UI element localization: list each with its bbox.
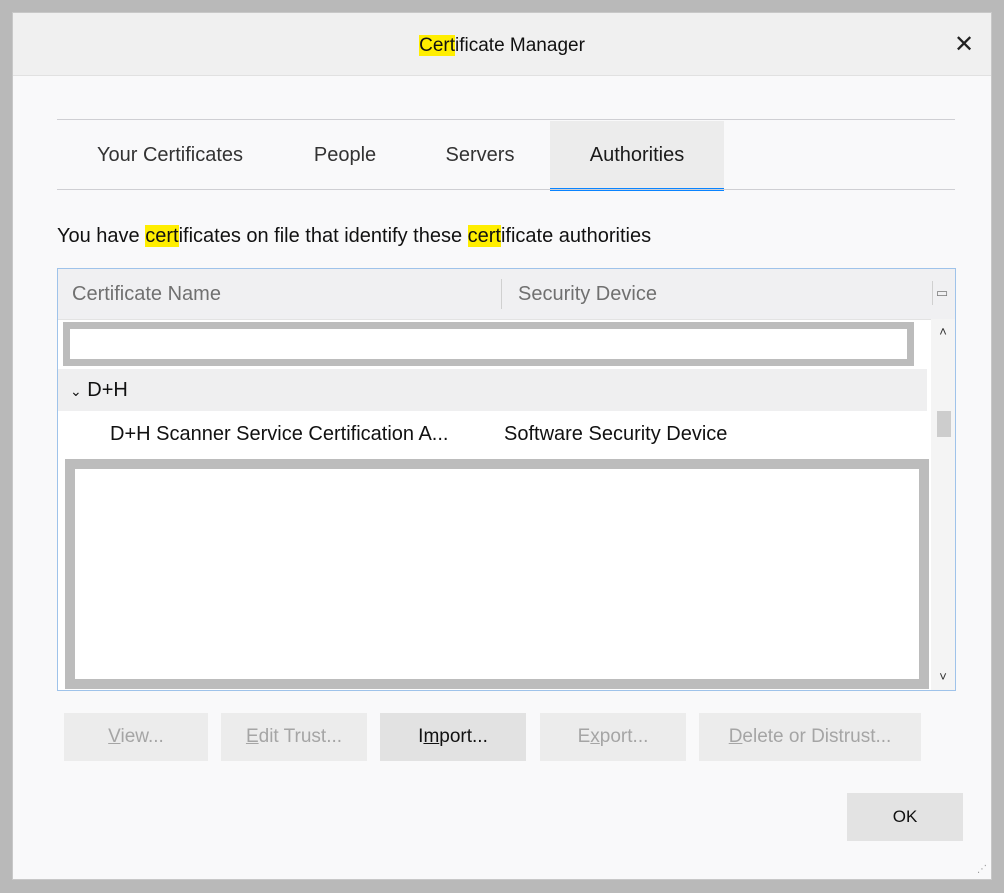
column-header-certificate-name[interactable]: Certificate Name xyxy=(72,283,221,306)
scrollbar-thumb[interactable] xyxy=(937,411,951,437)
column-header-security-device[interactable]: Security Device xyxy=(518,283,657,306)
description-highlight: cert xyxy=(145,225,179,247)
delete-or-distrust-button[interactable]: Delete or Distrust... xyxy=(699,713,921,761)
description-part: ificates on file that identify these xyxy=(178,225,468,247)
certificate-name-cell: D+H Scanner Service Certification A... xyxy=(110,423,449,445)
redacted-row xyxy=(63,322,914,366)
button-label: port... xyxy=(599,726,649,747)
resize-grip-icon[interactable]: ⋰ xyxy=(977,865,987,875)
button-label: dit Trust... xyxy=(258,726,343,747)
chevron-down-icon[interactable]: ⌄ xyxy=(70,383,82,399)
group-name: D+H xyxy=(87,379,128,401)
scroll-up-icon[interactable]: ˄ xyxy=(931,321,955,343)
tab-people[interactable]: People xyxy=(295,121,395,189)
certificate-tree[interactable]: Certificate Name Security Device ▭ ⌄ D+H… xyxy=(57,268,956,691)
title-highlight: Cert xyxy=(419,35,455,56)
export-button[interactable]: Export... xyxy=(540,713,686,761)
tree-header: Certificate Name Security Device ▭ xyxy=(58,269,955,320)
description-text: You have certificates on file that ident… xyxy=(57,225,651,248)
button-label: E xyxy=(577,726,591,747)
scroll-down-icon[interactable]: ˅ xyxy=(931,666,955,688)
vertical-scrollbar[interactable]: ˄ ˅ xyxy=(931,319,955,690)
description-highlight: cert xyxy=(467,225,501,247)
title-text: ificate Manager xyxy=(455,35,585,56)
description-part: You have xyxy=(57,225,146,247)
access-key: D xyxy=(728,726,743,747)
column-separator[interactable] xyxy=(501,279,502,309)
window-title: Certificate Manager xyxy=(13,35,991,57)
import-button[interactable]: Import... xyxy=(380,713,526,761)
security-device-cell: Software Security Device xyxy=(504,423,728,445)
button-label: iew... xyxy=(120,726,164,747)
tab-servers[interactable]: Servers xyxy=(421,121,539,189)
tree-row[interactable]: D+H Scanner Service Certification A... S… xyxy=(58,413,927,455)
group-label: ⌄ D+H xyxy=(70,379,128,402)
certificate-manager-dialog: Certificate Manager ✕ Your Certificates … xyxy=(12,12,992,880)
tabs-top-divider xyxy=(57,119,955,120)
edit-trust-button[interactable]: Edit Trust... xyxy=(221,713,367,761)
title-bar: Certificate Manager ✕ xyxy=(13,13,991,76)
tab-your-certificates[interactable]: Your Certificates xyxy=(57,121,283,189)
view-button[interactable]: View... xyxy=(64,713,208,761)
tree-group-row[interactable]: ⌄ D+H xyxy=(58,369,927,411)
column-picker-icon[interactable]: ▭ xyxy=(932,281,951,305)
button-label: port... xyxy=(439,726,488,747)
close-icon[interactable]: ✕ xyxy=(951,31,977,57)
tabs-bottom-divider xyxy=(57,189,955,190)
button-label: elete or Distrust... xyxy=(742,726,892,747)
description-part: ificate authorities xyxy=(500,225,652,247)
access-key: V xyxy=(108,726,121,747)
access-key: E xyxy=(245,726,259,747)
access-key: m xyxy=(423,726,440,747)
ok-button[interactable]: OK xyxy=(847,793,963,841)
redacted-rows xyxy=(65,459,929,689)
tab-authorities[interactable]: Authorities xyxy=(550,121,724,191)
access-key: x xyxy=(590,726,600,747)
